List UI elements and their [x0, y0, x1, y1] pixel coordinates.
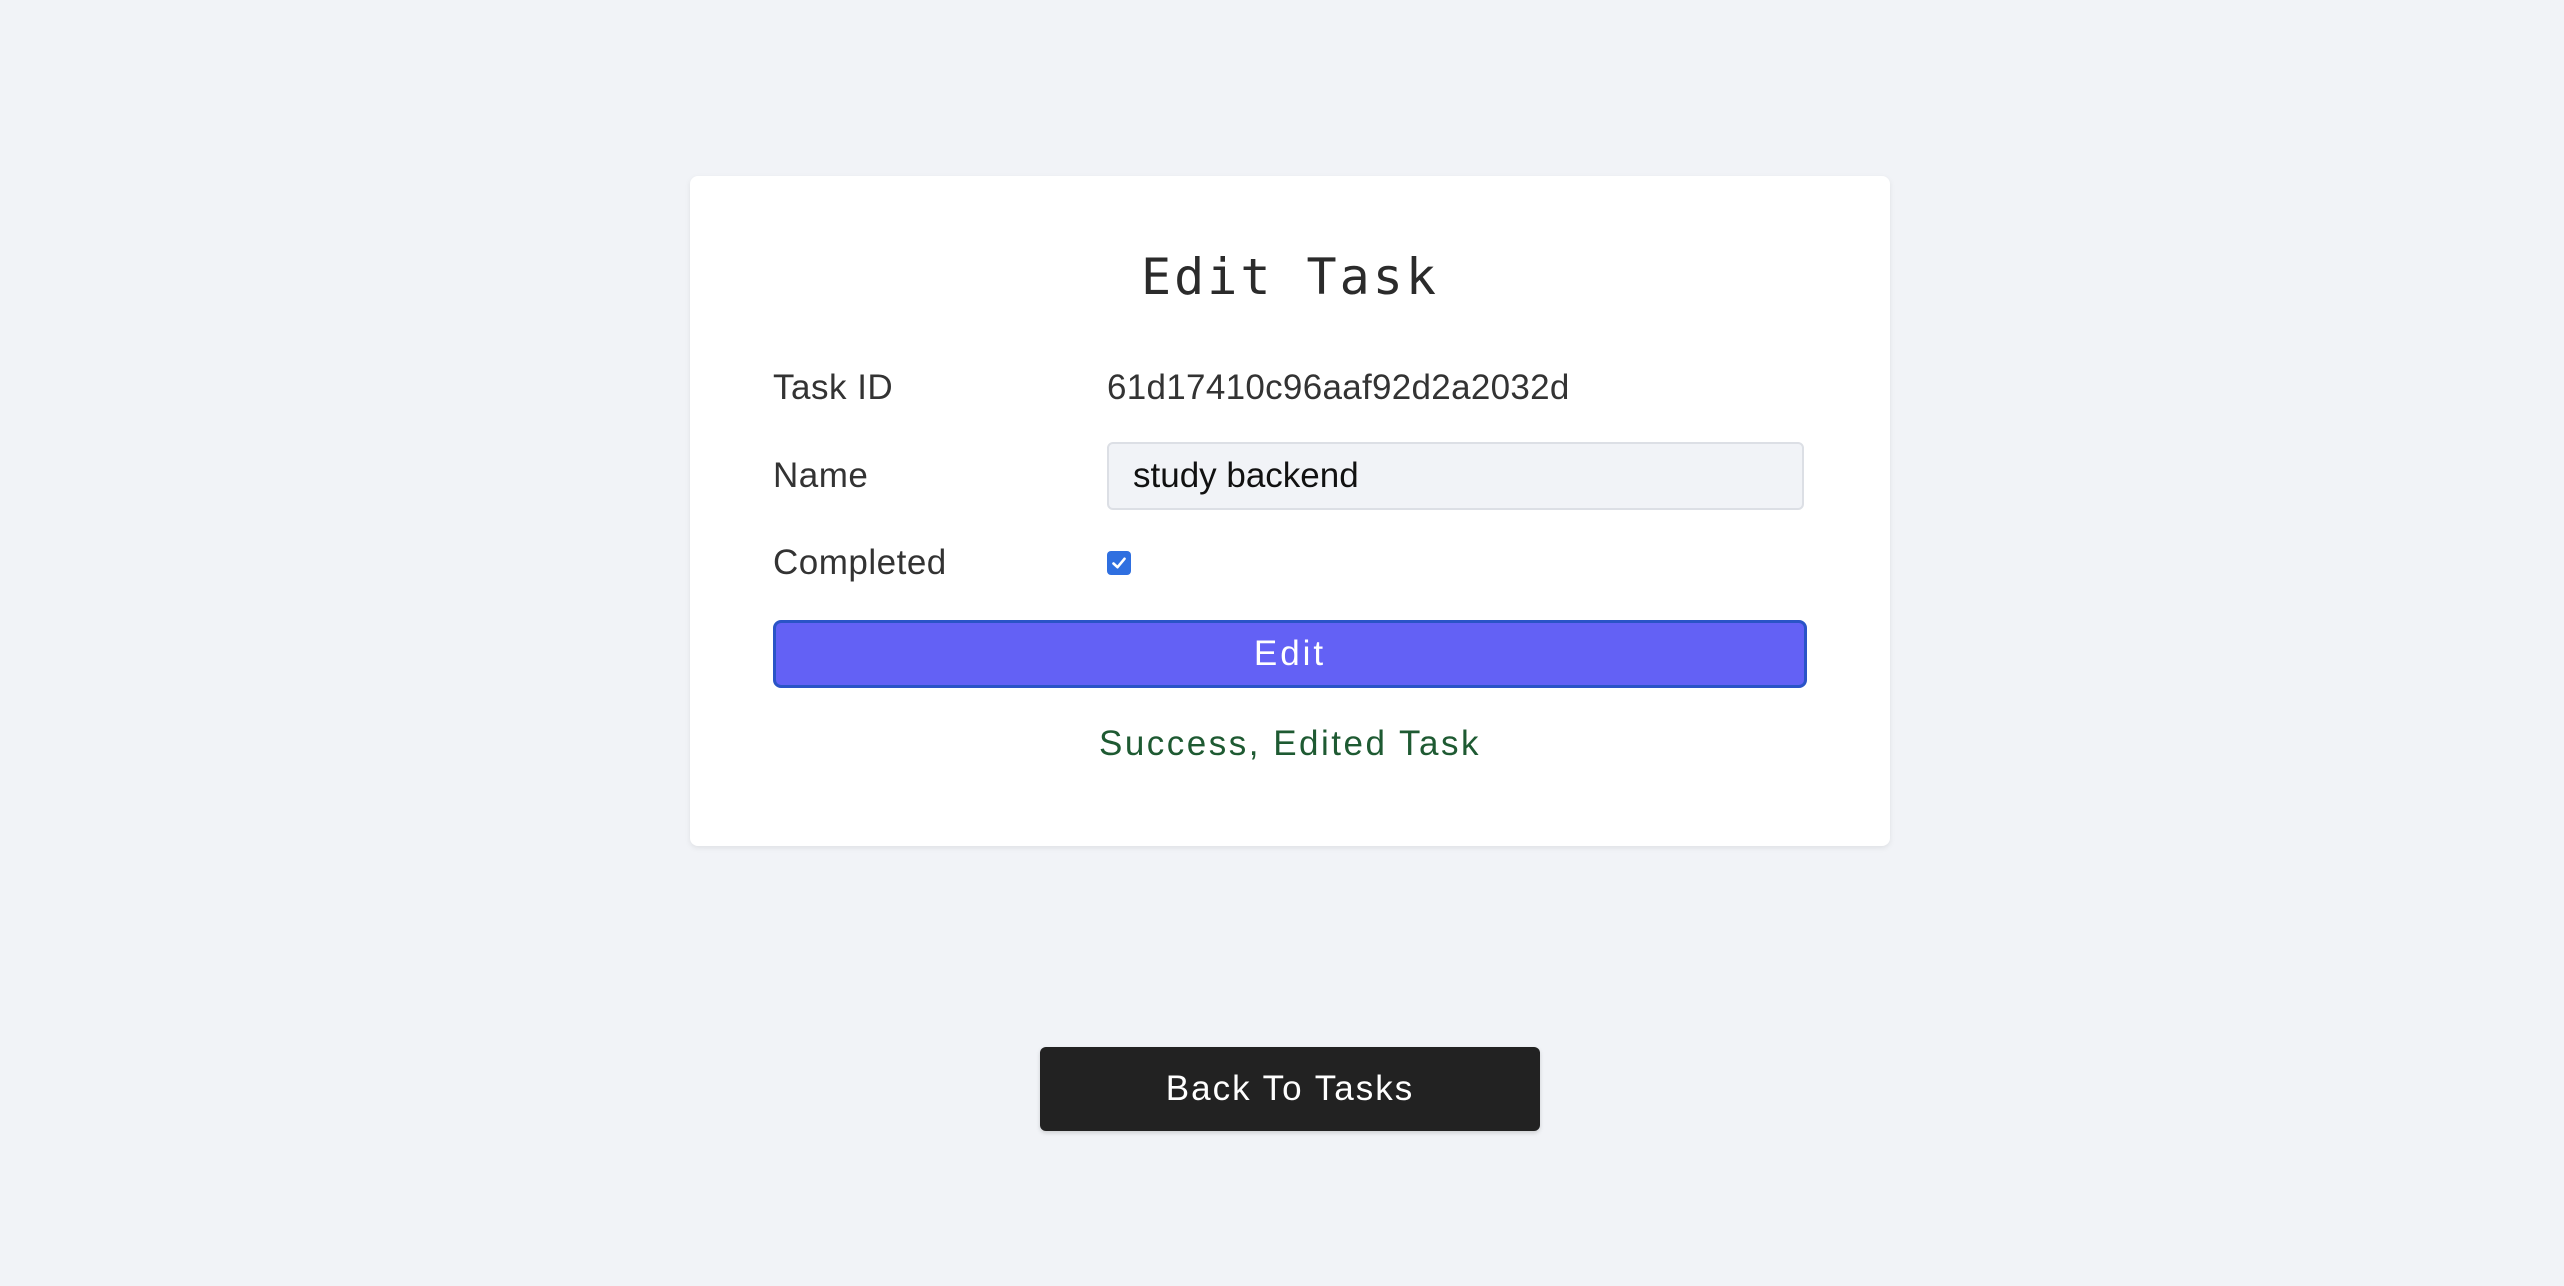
task-id-row: Task ID 61d17410c96aaf92d2a2032d [773, 353, 1807, 423]
status-message: Success, Edited Task [1098, 724, 1482, 763]
edit-task-card: Edit Task Task ID 61d17410c96aaf92d2a203… [690, 176, 1890, 846]
page-title: Edit Task [1141, 248, 1439, 306]
completed-label: Completed [773, 543, 947, 582]
name-input[interactable] [1107, 442, 1804, 510]
check-icon [1112, 557, 1126, 569]
completed-row: Completed [773, 528, 1807, 598]
task-id-value: 61d17410c96aaf92d2a2032d [1107, 368, 1570, 407]
edit-button[interactable]: Edit [773, 620, 1807, 688]
back-to-tasks-button[interactable]: Back To Tasks [1040, 1047, 1540, 1131]
task-id-label: Task ID [773, 368, 894, 407]
completed-checkbox[interactable] [1107, 551, 1131, 575]
name-label: Name [773, 456, 869, 495]
name-row: Name [773, 441, 1807, 511]
